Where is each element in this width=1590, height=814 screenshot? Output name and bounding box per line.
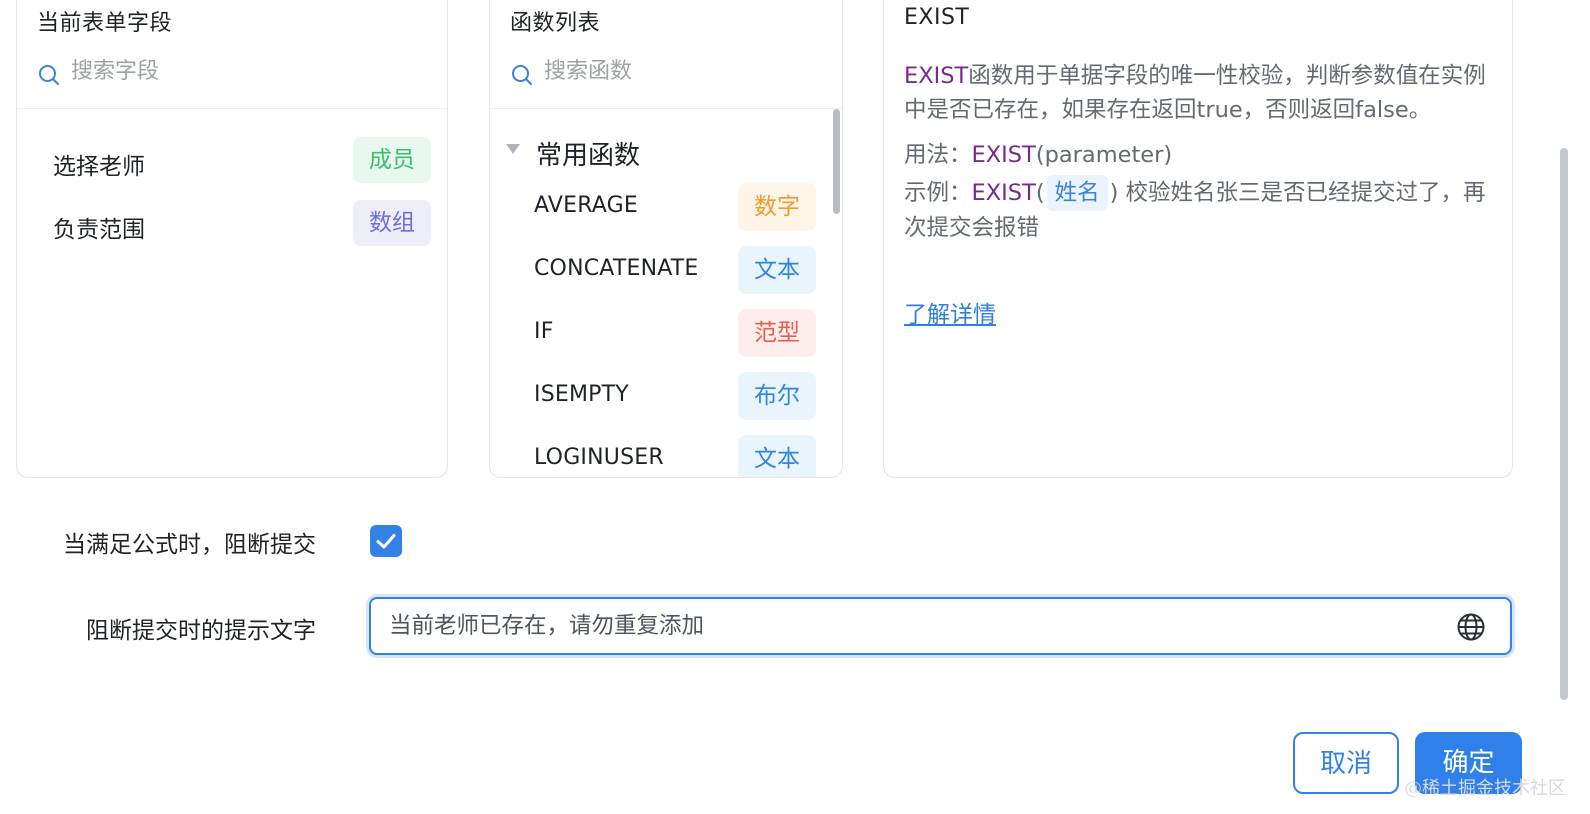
example-label: 示例： bbox=[904, 180, 972, 206]
block-submit-label: 当满足公式时，阻断提交 bbox=[63, 532, 316, 558]
function-search-bar bbox=[490, 47, 842, 109]
page-scrollbar[interactable] bbox=[1560, 148, 1568, 700]
function-group-label[interactable]: 常用函数 bbox=[536, 135, 640, 172]
check-icon bbox=[376, 534, 396, 549]
function-name: ISEMPTY bbox=[534, 382, 629, 407]
field-label: 选择老师 bbox=[53, 154, 145, 180]
caret-down-icon[interactable] bbox=[506, 144, 520, 154]
prompt-text-field[interactable] bbox=[369, 597, 1512, 655]
usage-args: (parameter) bbox=[1035, 142, 1173, 168]
function-list-panel: 函数列表 常用函数 AVERAGE 数字 CONCATENATE 文本 IF 范… bbox=[489, 0, 843, 478]
example-keyword: EXIST bbox=[971, 180, 1036, 206]
usage-keyword: EXIST bbox=[971, 142, 1036, 168]
function-item-loginuser[interactable]: LOGINUSER 文本 bbox=[534, 435, 816, 477]
field-search-bar bbox=[17, 47, 447, 109]
cancel-button[interactable]: 取消 bbox=[1293, 732, 1399, 794]
function-example: 示例：EXIST(姓名) 校验姓名张三是否已经提交过了，再次提交会报错 bbox=[904, 175, 1504, 245]
learn-more-link[interactable]: 了解详情 bbox=[904, 295, 996, 329]
example-open-paren: ( bbox=[1035, 180, 1045, 206]
form-fields-title: 当前表单字段 bbox=[37, 11, 173, 36]
function-list-title: 函数列表 bbox=[510, 11, 601, 36]
usage-label: 用法： bbox=[904, 142, 972, 168]
example-close-paren: ) bbox=[1109, 180, 1119, 206]
function-name: IF bbox=[534, 319, 554, 344]
function-detail-title: EXIST bbox=[904, 5, 970, 30]
prompt-text-input[interactable] bbox=[389, 611, 1439, 637]
block-submit-checkbox[interactable] bbox=[370, 525, 402, 557]
function-type-tag: 布尔 bbox=[738, 372, 816, 420]
description-text: 函数用于单据字段的唯一性校验，判断参数值在实例中是否已存在，如果存在返回true… bbox=[904, 63, 1486, 123]
function-type-tag: 范型 bbox=[738, 309, 816, 357]
function-description: EXIST函数用于单据字段的唯一性校验，判断参数值在实例中是否已存在，如果存在返… bbox=[904, 59, 1504, 127]
function-detail-panel: EXIST EXIST函数用于单据字段的唯一性校验，判断参数值在实例中是否已存在… bbox=[883, 0, 1513, 478]
search-icon bbox=[512, 65, 532, 85]
field-type-tag: 成员 bbox=[353, 137, 431, 183]
function-search-input[interactable] bbox=[544, 59, 842, 84]
field-search-input[interactable] bbox=[71, 59, 371, 84]
field-item-scope[interactable]: 负责范围 数组 bbox=[53, 200, 431, 248]
function-keyword: EXIST bbox=[904, 63, 969, 89]
function-type-tag: 文本 bbox=[738, 246, 816, 294]
function-usage: 用法：EXIST(parameter) bbox=[904, 137, 1172, 169]
function-name: AVERAGE bbox=[534, 193, 638, 218]
function-item-concatenate[interactable]: CONCATENATE 文本 bbox=[534, 246, 816, 300]
function-name: CONCATENATE bbox=[534, 256, 699, 281]
example-field-chip: 姓名 bbox=[1046, 175, 1108, 211]
function-type-tag: 数字 bbox=[738, 183, 816, 231]
globe-icon[interactable] bbox=[1456, 612, 1486, 642]
function-list-scrollbar[interactable] bbox=[833, 109, 840, 214]
field-label: 负责范围 bbox=[53, 217, 145, 243]
function-name: LOGINUSER bbox=[534, 445, 664, 470]
function-item-if[interactable]: IF 范型 bbox=[534, 309, 816, 363]
field-type-tag: 数组 bbox=[353, 200, 431, 246]
form-fields-panel: 当前表单字段 选择老师 成员 负责范围 数组 bbox=[16, 0, 448, 478]
search-icon bbox=[39, 65, 59, 85]
function-item-average[interactable]: AVERAGE 数字 bbox=[534, 183, 816, 237]
function-type-tag: 文本 bbox=[738, 435, 816, 477]
field-item-teacher[interactable]: 选择老师 成员 bbox=[53, 137, 431, 185]
watermark: @稀土掘金技术社区 bbox=[1404, 778, 1566, 799]
function-item-isempty[interactable]: ISEMPTY 布尔 bbox=[534, 372, 816, 426]
prompt-text-label: 阻断提交时的提示文字 bbox=[86, 618, 316, 644]
